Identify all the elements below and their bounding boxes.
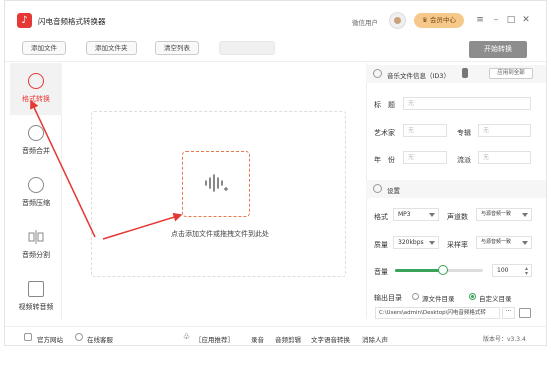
sidebar-item-audio-merge[interactable]: 音频合并 xyxy=(10,115,62,167)
gear-icon xyxy=(373,184,382,193)
website-icon xyxy=(24,333,32,341)
volume-value: 100 xyxy=(497,267,509,274)
recommend-label: ［应用推荐］ xyxy=(195,336,234,344)
album-field[interactable]: 无 xyxy=(478,124,531,137)
samplerate-value: 与源音频一致 xyxy=(481,239,512,245)
album-label: 专辑 xyxy=(457,129,471,137)
clear-list-button[interactable]: 清空列表 xyxy=(155,41,199,55)
avatar[interactable] xyxy=(389,12,406,29)
settings-section-title: 设置 xyxy=(387,187,400,195)
chevron-down-icon xyxy=(522,213,528,217)
status-bar: 官方网站 在线客服 ♧ ［应用推荐］ 录音 音频剪辑 文字语音转换 消除人声 版… xyxy=(5,326,546,345)
support-link[interactable]: 在线客服 xyxy=(87,334,113,344)
volume-stepper[interactable]: 100 ▴ ▾ xyxy=(492,264,532,277)
samplerate-label: 采样率 xyxy=(447,241,468,249)
chevron-down-icon xyxy=(522,241,528,245)
samplerate-select[interactable]: 与源音频一致 xyxy=(476,236,532,249)
stepper-arrows-icon: ▴ ▾ xyxy=(524,265,528,277)
audio-add-icon xyxy=(205,174,228,192)
title-field[interactable]: 无 xyxy=(403,97,531,110)
channels-value: 与源音频一致 xyxy=(481,211,512,217)
sidebar-item-label: 格式转换 xyxy=(22,95,50,103)
sidebar-item-label: 音频分割 xyxy=(22,251,50,259)
chevron-down-icon xyxy=(429,241,435,245)
channels-label: 声道数 xyxy=(447,213,468,221)
menu-icon[interactable]: ≡ xyxy=(475,15,485,25)
vip-center-button[interactable]: ♛ 会员中心 xyxy=(414,13,464,28)
source-dir-radio[interactable] xyxy=(412,293,419,300)
add-file-button[interactable]: 添加文件 xyxy=(22,41,66,55)
link-record[interactable]: 录音 xyxy=(251,334,264,344)
music-info-icon xyxy=(373,69,382,78)
link-tts[interactable]: 文字语音转换 xyxy=(311,334,350,344)
link-vocal-remove[interactable]: 消除人声 xyxy=(362,334,388,344)
genre-field[interactable]: 无 xyxy=(478,151,531,164)
folder-icon[interactable] xyxy=(519,308,531,318)
compress-icon xyxy=(28,177,44,193)
refresh-icon xyxy=(28,73,44,89)
start-convert-button[interactable]: 开始转换 xyxy=(469,41,527,58)
custom-dir-label: 自定义目录 xyxy=(479,295,512,303)
toolbar: 添加文件 添加文件夹 清空列表 xyxy=(5,37,546,62)
id3-section-title: 音乐文件信息（ID3） xyxy=(387,72,451,80)
year-field[interactable]: 无 xyxy=(403,151,447,164)
sidebar-item-label: 音频合并 xyxy=(22,147,50,155)
browse-button[interactable]: ··· xyxy=(502,307,515,319)
merge-icon xyxy=(28,125,44,141)
chevron-down-icon xyxy=(429,213,435,217)
add-folder-button[interactable]: 添加文件夹 xyxy=(86,41,137,55)
volume-slider-fill xyxy=(395,269,439,272)
website-link[interactable]: 官方网站 xyxy=(37,334,63,344)
sidebar-item-label: 音频压缩 xyxy=(22,199,50,207)
quality-value: 320kbps xyxy=(398,239,424,246)
apply-all-button[interactable]: 应用到全部 xyxy=(489,68,533,79)
volume-label: 音量 xyxy=(374,268,388,276)
video-icon xyxy=(28,281,44,297)
quality-label: 质量 xyxy=(374,241,388,249)
year-label: 年 份 xyxy=(374,156,395,164)
maximize-icon[interactable]: □ xyxy=(506,15,516,25)
artist-field[interactable]: 无 xyxy=(403,124,447,137)
sidebar-item-audio-split[interactable]: 音频分割 xyxy=(10,219,62,271)
split-icon xyxy=(28,229,44,245)
sidebar-item-label: 视频转音频 xyxy=(18,303,54,311)
output-path-field[interactable]: C:\Users\admin\Desktop\闪电音频格式转 xyxy=(375,307,500,319)
drop-hint-text: 点击添加文件或拖拽文件到此处 xyxy=(171,230,269,238)
genre-label: 流派 xyxy=(457,156,471,164)
app-logo-icon: ♪ xyxy=(17,13,32,28)
link-audio-cut[interactable]: 音频剪辑 xyxy=(275,334,301,344)
id3-toggle[interactable] xyxy=(462,68,468,78)
format-value: MP3 xyxy=(398,211,411,218)
source-dir-label: 源文件目录 xyxy=(422,295,455,303)
custom-dir-radio[interactable] xyxy=(469,293,476,300)
vip-center-label: 会员中心 xyxy=(429,16,456,24)
quality-select[interactable]: 320kbps xyxy=(393,236,439,249)
recommend-icon: ♧ xyxy=(183,332,191,341)
app-title: 闪电音频格式转换器 xyxy=(38,17,106,26)
format-select[interactable]: MP3 xyxy=(393,208,439,221)
title-bar: ♪ 闪电音频格式转换器 微信用户 ♛ 会员中心 ≡ – □ ✕ xyxy=(5,1,546,37)
close-icon[interactable]: ✕ xyxy=(521,15,531,25)
sidebar-item-audio-compress[interactable]: 音频压缩 xyxy=(10,167,62,219)
sidebar-item-video-to-audio[interactable]: 视频转音频 xyxy=(10,271,62,323)
volume-slider-thumb[interactable] xyxy=(438,265,448,275)
app-window: ♪ 闪电音频格式转换器 微信用户 ♛ 会员中心 ≡ – □ ✕ 添加文件 添加文… xyxy=(4,0,547,346)
format-label: 格式 xyxy=(374,213,388,221)
add-file-dropzone[interactable] xyxy=(182,151,250,217)
headset-icon xyxy=(75,333,83,341)
sidebar: 格式转换 音频合并 音频压缩 音频分割 视频转音频 xyxy=(10,63,62,319)
user-name[interactable]: 微信用户 xyxy=(352,17,378,27)
settings-section-header: 设置 xyxy=(366,180,546,198)
disabled-toolbar-button xyxy=(219,41,275,55)
version-label: 版本号：v3.3.4 xyxy=(483,336,526,343)
title-label: 标 题 xyxy=(374,101,395,109)
minimize-icon[interactable]: – xyxy=(491,15,501,25)
output-dir-label: 输出目录 xyxy=(374,294,402,302)
channels-select[interactable]: 与源音频一致 xyxy=(476,208,532,221)
sidebar-item-format-convert[interactable]: 格式转换 xyxy=(10,63,62,115)
artist-label: 艺术家 xyxy=(374,129,395,137)
